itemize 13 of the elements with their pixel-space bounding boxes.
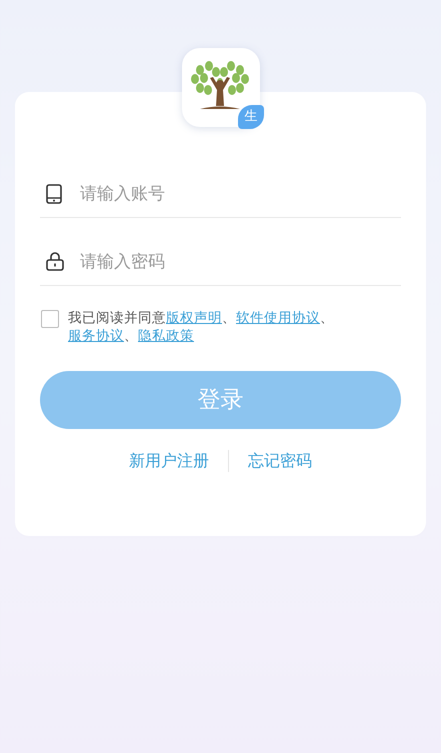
password-field[interactable]: 请输入密码: [80, 242, 401, 282]
agreement-link[interactable]: 版权声明: [166, 310, 222, 326]
register-link[interactable]: 新用户注册: [110, 449, 228, 473]
agreement-link[interactable]: 隐私政策: [138, 328, 194, 344]
forgot-password-link[interactable]: 忘记密码: [229, 449, 331, 473]
phone-icon: [46, 184, 62, 204]
agreement-link[interactable]: 软件使用协议: [236, 310, 320, 326]
lock-icon: [46, 252, 64, 271]
badge: 生: [238, 105, 264, 129]
account-field[interactable]: 请输入账号: [80, 174, 401, 214]
agreement-link[interactable]: 服务协议: [68, 328, 124, 344]
agreement-text: 我已阅读并同意版权声明、软件使用协议、 服务协议、隐私政策: [68, 309, 335, 345]
agreement-checkbox[interactable]: [41, 310, 59, 328]
